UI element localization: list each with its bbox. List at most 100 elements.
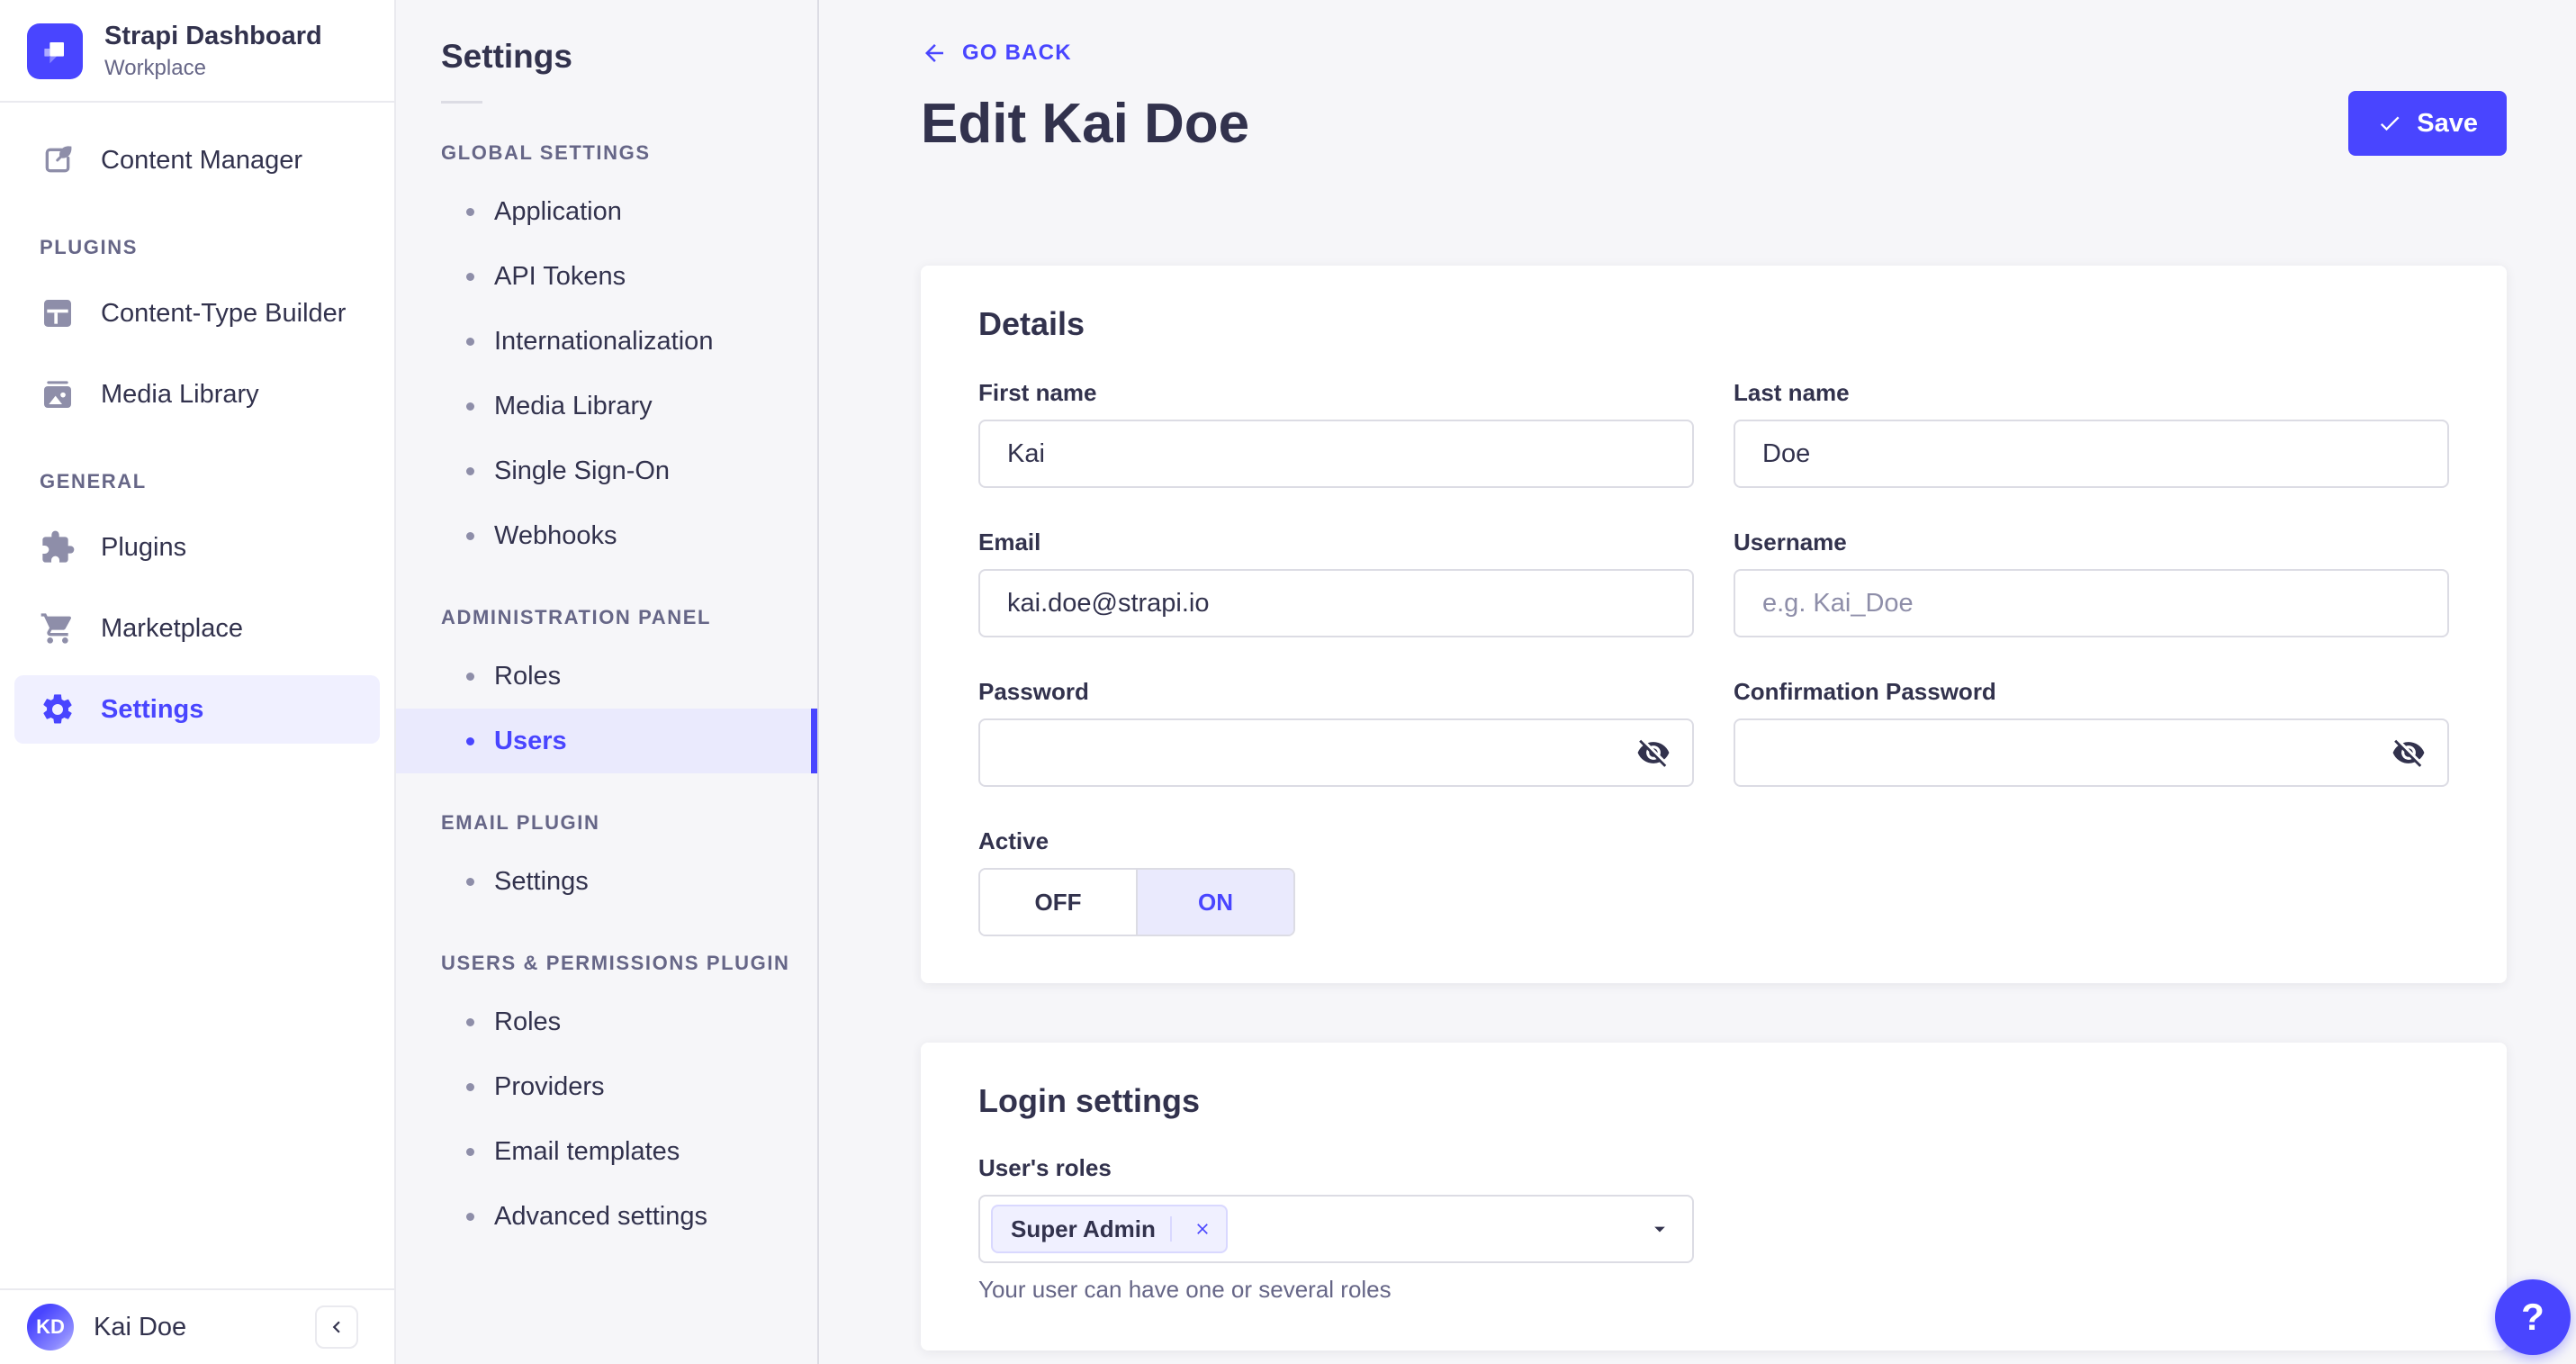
eye-off-icon[interactable] xyxy=(1636,736,1671,770)
arrow-left-icon xyxy=(921,40,948,67)
first-name-input[interactable] xyxy=(978,420,1694,488)
chevron-left-icon xyxy=(325,1315,348,1339)
subnav-list: Settings xyxy=(396,849,817,914)
users-roles-select[interactable]: Super Admin xyxy=(978,1195,1694,1263)
collapse-sidebar-button[interactable] xyxy=(315,1305,358,1349)
puzzle-icon xyxy=(40,529,76,565)
subnav-item-users[interactable]: Users xyxy=(396,709,817,773)
subnav-item-advanced-settings[interactable]: Advanced settings xyxy=(396,1184,817,1249)
nav-item-content-manager[interactable]: Content Manager xyxy=(14,126,380,194)
brand-text: Strapi Dashboard Workplace xyxy=(104,22,322,81)
bullet-icon xyxy=(466,1017,474,1026)
save-button[interactable]: Save xyxy=(2348,91,2507,156)
active-toggle-on[interactable]: ON xyxy=(1138,870,1293,935)
subnav-list: Roles Providers Email templates Advanced… xyxy=(396,989,817,1249)
subnav-item-label: Single Sign-On xyxy=(494,456,671,485)
username-field: Username xyxy=(1734,528,2449,637)
subnav-item-label: Roles xyxy=(494,1007,562,1036)
active-label: Active xyxy=(978,827,1049,854)
subnav-item-email-templates[interactable]: Email templates xyxy=(396,1119,817,1184)
subnav-item-single-sign-on[interactable]: Single Sign-On xyxy=(396,438,817,503)
subnav-item-providers[interactable]: Providers xyxy=(396,1054,817,1119)
subnav-item-application[interactable]: Application xyxy=(396,179,817,244)
go-back-label: GO BACK xyxy=(962,41,1072,65)
nav-item-label: Settings xyxy=(101,694,204,724)
subnav-section-header: GLOBAL SETTINGS xyxy=(441,141,651,164)
role-tag-label: Super Admin xyxy=(1011,1215,1156,1242)
bullet-icon xyxy=(466,272,474,281)
first-name-label: First name xyxy=(978,379,1097,406)
subnav-title: Settings xyxy=(441,38,572,75)
go-back-link[interactable]: GO BACK xyxy=(921,40,1072,67)
users-roles-label: User's roles xyxy=(978,1154,1112,1181)
subnav-item-email-settings[interactable]: Settings xyxy=(396,849,817,914)
eye-off-icon[interactable] xyxy=(2391,736,2426,770)
subnav-item-api-tokens[interactable]: API Tokens xyxy=(396,244,817,309)
password-input[interactable] xyxy=(978,718,1694,787)
subnav-section-email-plugin: EMAIL PLUGIN Settings xyxy=(396,811,817,914)
subnav-list: Roles Users xyxy=(396,644,817,773)
subnav-section-admin-panel: ADMINISTRATION PANEL Roles Users xyxy=(396,606,817,773)
subnav-item-webhooks[interactable]: Webhooks xyxy=(396,503,817,568)
user-menu[interactable]: KD Kai Doe xyxy=(27,1304,186,1350)
active-toggle: OFF ON xyxy=(978,868,1295,936)
subnav-item-roles-admin[interactable]: Roles xyxy=(396,644,817,709)
nav-item-settings[interactable]: Settings xyxy=(14,675,380,744)
x-icon[interactable] xyxy=(1186,1213,1219,1245)
nav-item-media-library[interactable]: Media Library xyxy=(14,360,380,429)
subnav-item-label: Users xyxy=(494,726,567,755)
password-label: Password xyxy=(978,678,1089,705)
save-button-label: Save xyxy=(2417,108,2478,138)
bullet-icon xyxy=(466,1212,474,1221)
bullet-icon xyxy=(466,402,474,411)
bullet-icon xyxy=(466,1082,474,1091)
confirmation-password-input[interactable] xyxy=(1734,718,2449,787)
picture-icon xyxy=(40,376,76,412)
email-field: Email xyxy=(978,528,1694,637)
username-input[interactable] xyxy=(1734,569,2449,637)
email-input[interactable] xyxy=(978,569,1694,637)
subnav-section-users-permissions: USERS & PERMISSIONS PLUGIN Roles Provide… xyxy=(396,952,817,1249)
nav-section-header-general: GENERAL xyxy=(40,470,147,492)
page-header: Edit Kai Doe Save xyxy=(921,91,2507,156)
workspace-brand[interactable]: Strapi Dashboard Workplace xyxy=(0,0,394,101)
check-icon xyxy=(2377,111,2402,136)
bullet-icon xyxy=(466,672,474,681)
last-name-label: Last name xyxy=(1734,379,1850,406)
subnav-item-media-library[interactable]: Media Library xyxy=(396,374,817,438)
last-name-input[interactable] xyxy=(1734,420,2449,488)
user-name: Kai Doe xyxy=(94,1312,187,1341)
subnav-item-label: Advanced settings xyxy=(494,1201,707,1231)
avatar: KD xyxy=(27,1304,74,1350)
subnav-item-label: Providers xyxy=(494,1071,605,1101)
subnav-item-label: Media Library xyxy=(494,391,653,420)
nav-section-header-plugins: PLUGINS xyxy=(40,236,138,258)
active-toggle-off[interactable]: OFF xyxy=(980,870,1138,935)
bullet-icon xyxy=(466,1147,474,1156)
details-card: Details First name Last name Email Usern… xyxy=(921,266,2507,983)
subnav-list: Application API Tokens Internationalizat… xyxy=(396,179,817,568)
subnav-title-divider xyxy=(441,101,482,104)
nav-item-content-type-builder[interactable]: Content-Type Builder xyxy=(14,279,380,348)
strapi-logo-icon xyxy=(27,23,83,79)
subnav-item-label: Settings xyxy=(494,866,589,896)
bullet-icon xyxy=(466,466,474,475)
subnav-item-internationalization[interactable]: Internationalization xyxy=(396,309,817,374)
subnav-item-label: Webhooks xyxy=(494,520,617,550)
nav-item-marketplace[interactable]: Marketplace xyxy=(14,594,380,663)
subnav-item-label: Email templates xyxy=(494,1136,680,1166)
nav-item-label: Content-Type Builder xyxy=(101,298,347,328)
bullet-icon xyxy=(466,531,474,540)
workspace-subtitle: Workplace xyxy=(104,56,206,80)
username-label: Username xyxy=(1734,528,1847,556)
subnav-item-label: Roles xyxy=(494,661,562,691)
page-title: Edit Kai Doe xyxy=(921,92,1250,155)
bullet-icon xyxy=(466,736,474,745)
subnav-section-header: ADMINISTRATION PANEL xyxy=(441,606,712,628)
nav-item-plugins[interactable]: Plugins xyxy=(14,513,380,582)
gear-icon xyxy=(40,691,76,727)
help-button[interactable]: ? xyxy=(2495,1279,2571,1355)
role-tag-super-admin: Super Admin xyxy=(991,1205,1228,1253)
login-settings-card: Login settings User's roles Super Admin … xyxy=(921,1043,2507,1350)
subnav-item-roles-up[interactable]: Roles xyxy=(396,989,817,1054)
